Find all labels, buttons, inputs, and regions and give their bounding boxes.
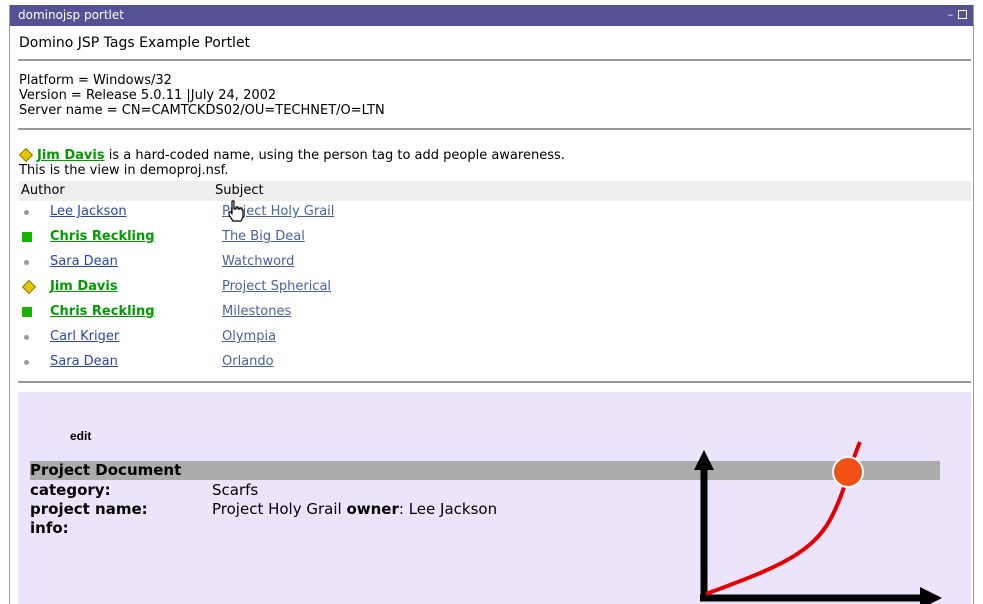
portlet-title: Domino JSP Tags Example Portlet <box>19 35 251 51</box>
subject-link[interactable]: Milestones <box>222 301 291 323</box>
edit-link[interactable]: edit <box>70 429 91 443</box>
column-author[interactable]: Author <box>21 181 65 201</box>
info-label: info: <box>30 519 69 537</box>
author-link[interactable]: Lee Jackson <box>50 201 127 223</box>
portlet-titlebar: dominojsp portlet – <box>10 5 973 26</box>
subject-link[interactable]: The Big Deal <box>222 226 305 248</box>
owner-label: owner <box>346 500 399 518</box>
category-value: Scarfs <box>212 481 259 499</box>
offline-status-icon <box>21 351 35 373</box>
project-name-value: Project Holy Grail <box>212 500 342 518</box>
offline-status-icon <box>21 201 35 223</box>
offline-status-icon <box>21 251 35 273</box>
window-controls: – <box>945 9 967 22</box>
portlet-window-title: dominojsp portlet <box>18 8 124 22</box>
author-link[interactable]: Sara Dean <box>50 351 118 373</box>
project-name-value-line: Project Holy Grail owner: Lee Jackson <box>212 500 497 518</box>
offline-status-icon <box>21 326 35 348</box>
owner-value: : Lee Jackson <box>398 500 498 518</box>
awareness-note: Jim Davis is a hard-coded name, using th… <box>18 147 565 178</box>
minimize-icon[interactable]: – <box>945 9 956 20</box>
platform-info: Platform = Windows/32 Version = Release … <box>19 73 385 118</box>
table-row: Sara Dean Orlando <box>19 351 971 373</box>
view-table-header: Author Subject <box>19 181 971 201</box>
table-row: Carl Kriger Olympia <box>19 326 971 348</box>
hand-cursor-icon <box>228 200 244 222</box>
version-line: Version = Release 5.0.11 |July 24, 2002 <box>19 88 277 103</box>
author-link[interactable]: Jim Davis <box>50 276 118 298</box>
column-subject[interactable]: Subject <box>215 181 264 201</box>
away-status-icon <box>21 276 35 298</box>
author-link[interactable]: Sara Dean <box>50 251 118 273</box>
table-row: Chris Reckling The Big Deal <box>19 226 971 248</box>
server-line: Server name = CN=CAMTCKDS02/OU=TECHNET/O… <box>19 103 385 118</box>
subject-link[interactable]: Project Spherical <box>222 276 331 298</box>
author-link[interactable]: Carl Kriger <box>50 326 119 348</box>
author-link[interactable]: Chris Reckling <box>50 301 155 323</box>
platform-line: Platform = Windows/32 <box>19 73 172 88</box>
online-status-icon <box>21 301 35 323</box>
table-row: Lee Jackson Project Holy Grail <box>19 201 971 223</box>
table-row: Jim Davis Project Spherical <box>19 276 971 298</box>
online-status-icon <box>21 226 35 248</box>
category-label: category: <box>30 481 111 499</box>
divider <box>18 128 971 130</box>
growth-curve-icon <box>694 441 942 604</box>
subject-link[interactable]: Watchword <box>222 251 294 273</box>
table-row: Sara Dean Watchword <box>19 251 971 273</box>
view-text: This is the view in demoproj.nsf. <box>19 163 229 178</box>
divider <box>18 381 971 383</box>
person-link-jim-davis[interactable]: Jim Davis <box>37 148 105 163</box>
subject-link[interactable]: Olympia <box>222 326 276 348</box>
author-link[interactable]: Chris Reckling <box>50 226 155 248</box>
table-row: Chris Reckling Milestones <box>19 301 971 323</box>
project-name-label: project name: <box>30 500 148 518</box>
subject-link[interactable]: Orlando <box>222 351 274 373</box>
maximize-icon[interactable] <box>958 10 967 19</box>
note-text: is a hard-coded name, using the person t… <box>108 148 565 163</box>
divider <box>18 59 971 61</box>
away-status-icon <box>18 147 34 163</box>
